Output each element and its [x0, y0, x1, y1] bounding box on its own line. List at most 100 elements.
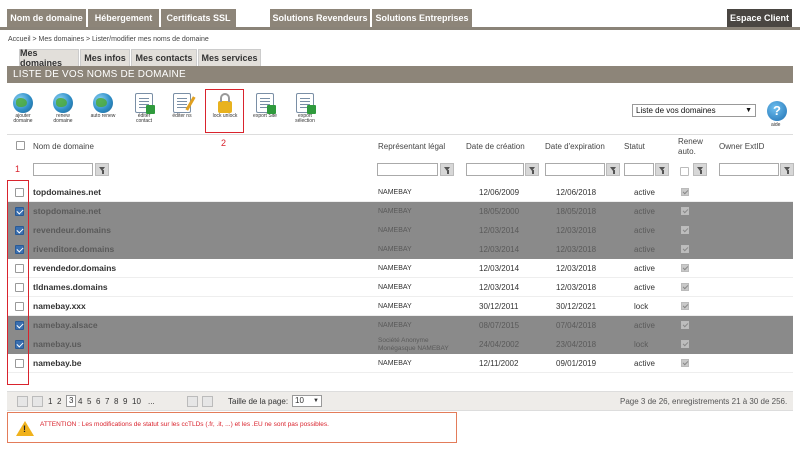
creation-date: 12/03/2014	[479, 264, 520, 273]
filter-created-input[interactable]	[466, 163, 524, 176]
domain-name[interactable]: stopdomaine.net	[33, 202, 101, 221]
table-row[interactable]: namebay.xxx NAMEBAY 30/12/2011 30/12/2021 lo…	[7, 297, 793, 316]
chevron-down-icon: ▼	[313, 398, 319, 404]
last-page-button[interactable]	[202, 396, 213, 407]
prev-page-button[interactable]	[32, 396, 43, 407]
next-page-button[interactable]	[187, 396, 198, 407]
filter-domain-input[interactable]	[33, 163, 93, 176]
table-row[interactable]: tldnames.domains NAMEBAY 12/03/2014 12/03/2…	[7, 278, 793, 297]
filter-icon[interactable]	[606, 163, 620, 176]
table-row[interactable]: rivenditore.domains NAMEBAY 12/03/2014 12/0…	[7, 240, 793, 259]
legal-rep: NAMEBAY	[378, 208, 412, 215]
auto-renew-button[interactable]: auto renew	[88, 93, 118, 119]
filter-icon[interactable]	[693, 163, 707, 176]
filter-owner-input[interactable]	[719, 163, 779, 176]
list-select-value: Liste de vos domaines	[636, 106, 716, 115]
table-row[interactable]: topdomaines.net NAMEBAY 12/06/2009 12/06/20…	[7, 183, 793, 202]
domain-name[interactable]: revendedor.domains	[33, 259, 116, 278]
filter-icon[interactable]	[95, 163, 109, 176]
table-row[interactable]: namebay.alsace NAMEBAY 08/07/2015 07/04/201…	[7, 316, 793, 335]
tool-label: éditer ns	[172, 113, 192, 119]
status-value: active	[634, 321, 655, 330]
globe-renew-icon	[53, 93, 73, 113]
page-link[interactable]: 7	[105, 397, 109, 406]
domain-name[interactable]: namebay.be	[33, 354, 82, 373]
add-domain-button[interactable]: ajouter domaine	[8, 93, 38, 124]
help-icon[interactable]: ?	[767, 101, 787, 121]
status-value: lock	[634, 340, 649, 349]
filter-renew-checkbox[interactable]	[680, 167, 689, 176]
col-rep[interactable]: Représentant légal	[378, 142, 445, 151]
nav-divider	[0, 27, 800, 30]
filter-icon[interactable]	[440, 163, 454, 176]
domain-name[interactable]: namebay.us	[33, 335, 82, 354]
filter-status-input[interactable]	[624, 163, 654, 176]
domain-name[interactable]: topdomaines.net	[33, 183, 101, 202]
domain-name[interactable]: namebay.alsace	[33, 316, 98, 335]
page-link[interactable]: 4	[78, 397, 82, 406]
filter-expires-input[interactable]	[545, 163, 605, 176]
creation-date: 24/04/2002	[479, 340, 520, 349]
legal-rep: NAMEBAY	[378, 246, 412, 253]
export-site-button[interactable]: export Site	[250, 93, 280, 119]
lock-highlight-box	[205, 89, 244, 133]
nav-hebergement[interactable]: Hébergement	[88, 9, 160, 27]
page-link[interactable]: 10	[132, 397, 141, 406]
page-link[interactable]: 2	[57, 397, 61, 406]
nav-certificats-ssl[interactable]: Certificats SSL	[161, 9, 237, 27]
page-link[interactable]: 8	[114, 397, 118, 406]
list-select[interactable]: Liste de vos domaines ▼	[632, 104, 756, 117]
col-domain[interactable]: Nom de domaine	[33, 142, 94, 151]
nav-solutions-revendeurs[interactable]: Solutions Revendeurs	[270, 9, 371, 27]
tool-label: ajouter domaine	[13, 113, 33, 124]
col-created[interactable]: Date de création	[466, 142, 525, 151]
filter-icon[interactable]	[780, 163, 794, 176]
domain-name[interactable]: revendeur.domains	[33, 221, 111, 240]
table-row[interactable]: namebay.us Société Anonyme Monégasque NAM…	[7, 335, 793, 354]
warning-text: ATTENTION : Les modifications de statut …	[40, 421, 329, 428]
expiration-date: 30/12/2021	[556, 302, 597, 311]
expiration-date: 12/03/2018	[556, 245, 597, 254]
first-page-button[interactable]	[17, 396, 28, 407]
page-link[interactable]: 1	[48, 397, 52, 406]
tab-mes-domaines[interactable]: Mes domaines	[19, 48, 79, 68]
tab-mes-services[interactable]: Mes services	[198, 49, 261, 66]
table-row[interactable]: revendedor.domains NAMEBAY 12/03/2014 12/03…	[7, 259, 793, 278]
nav-nom-de-domaine[interactable]: Nom de domaine	[7, 9, 87, 27]
col-status[interactable]: Statut	[624, 142, 645, 151]
renew-domain-button[interactable]: renew domaine	[48, 93, 78, 124]
export-selection-button[interactable]: export sélection	[290, 93, 320, 124]
pager-summary: Page 3 de 26, enregistrements 21 à 30 de…	[620, 397, 788, 406]
table-row[interactable]: revendeur.domains NAMEBAY 12/03/2014 12/03/…	[7, 221, 793, 240]
nav-solutions-entreprises[interactable]: Solutions Entreprises	[372, 9, 473, 27]
renew-check-icon	[681, 264, 689, 272]
filter-icon[interactable]	[655, 163, 669, 176]
col-owner[interactable]: Owner ExtID	[719, 142, 764, 151]
filter-icon[interactable]	[525, 163, 539, 176]
edit-contact-button[interactable]: éditer contact	[129, 93, 159, 124]
page-link[interactable]: 5	[87, 397, 91, 406]
legal-rep: NAMEBAY	[378, 284, 412, 291]
nav-espace-client[interactable]: Espace Client	[727, 9, 793, 27]
select-all-checkbox[interactable]	[16, 141, 25, 150]
domain-name[interactable]: namebay.xxx	[33, 297, 86, 316]
page-link[interactable]: 3	[66, 395, 77, 407]
domain-name[interactable]: rivenditore.domains	[33, 240, 114, 259]
table-row[interactable]: stopdomaine.net NAMEBAY 18/05/2000 18/05/20…	[7, 202, 793, 221]
tab-mes-contacts[interactable]: Mes contacts	[131, 49, 197, 66]
page-link[interactable]: ...	[148, 397, 155, 406]
col-renew[interactable]: Renew auto.	[678, 137, 708, 157]
edit-ns-button[interactable]: éditer ns	[167, 93, 197, 119]
renew-check-icon	[681, 321, 689, 329]
domain-name[interactable]: tldnames.domains	[33, 278, 108, 297]
page-link[interactable]: 9	[123, 397, 127, 406]
page-size-select[interactable]: 10 ▼	[292, 395, 322, 407]
status-value: active	[634, 188, 655, 197]
table-row[interactable]: namebay.be NAMEBAY 12/11/2002 09/01/2019 act…	[7, 354, 793, 373]
col-expires[interactable]: Date d'expiration	[545, 142, 605, 151]
expiration-date: 12/03/2018	[556, 283, 597, 292]
page-title: LISTE DE VOS NOMS DE DOMAINE	[7, 66, 793, 83]
page-link[interactable]: 6	[96, 397, 100, 406]
filter-rep-input[interactable]	[377, 163, 438, 176]
tab-mes-infos[interactable]: Mes infos	[80, 49, 130, 66]
